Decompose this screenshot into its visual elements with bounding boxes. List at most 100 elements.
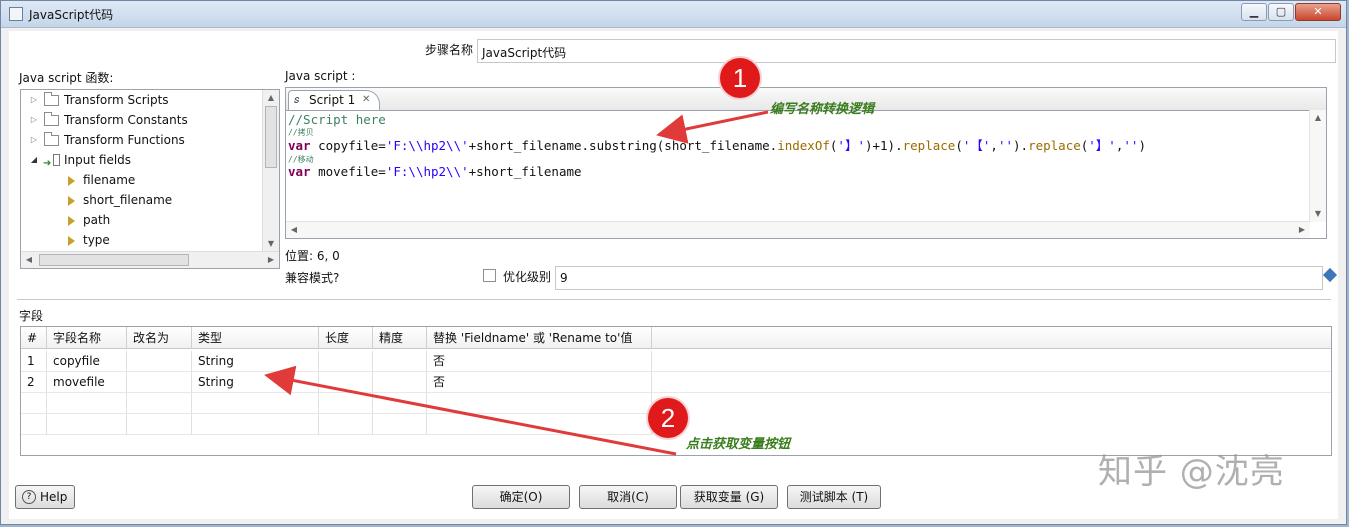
column-header-filler bbox=[652, 327, 1331, 349]
test-script-button[interactable]: 测试脚本 (T) bbox=[787, 485, 881, 509]
editor-horizontal-scrollbar[interactable]: ◀ ▶ bbox=[286, 221, 1310, 238]
annotation-text-2: 点击获取变量按钮 bbox=[686, 437, 791, 452]
tree-vertical-scrollbar[interactable]: ▲ ▼ bbox=[262, 90, 279, 252]
scroll-down-icon[interactable]: ▼ bbox=[264, 237, 278, 251]
scroll-right-icon[interactable]: ▶ bbox=[264, 253, 278, 267]
table-cell[interactable]: 否 bbox=[427, 372, 652, 393]
fields-table[interactable]: # 字段名称 改名为 类型 长度 精度 替换 'Fieldname' 或 'Re… bbox=[20, 326, 1332, 456]
field-icon bbox=[68, 196, 75, 206]
column-header-index[interactable]: # bbox=[21, 327, 47, 349]
empty-row-cell bbox=[127, 393, 192, 414]
expand-arrow-icon[interactable]: ▷ bbox=[29, 90, 39, 110]
empty-row-cell bbox=[427, 393, 652, 414]
scroll-left-icon[interactable]: ◀ bbox=[287, 223, 301, 237]
empty-row-cell bbox=[21, 393, 47, 414]
step-name-label: 步骤名称 bbox=[425, 43, 474, 57]
column-header-replace[interactable]: 替换 'Fieldname' 或 'Rename to'值 bbox=[427, 327, 652, 349]
empty-row-cell bbox=[373, 393, 427, 414]
input-fields-icon bbox=[53, 154, 60, 166]
folder-icon bbox=[44, 132, 59, 146]
tree-horizontal-scrollbar[interactable]: ◀ ▶ bbox=[21, 251, 279, 268]
cancel-button[interactable]: 取消(C) bbox=[579, 485, 677, 509]
close-button[interactable]: ✕ bbox=[1295, 3, 1341, 21]
code-line: var copyfile='F:\\hp2\\'+short_filename.… bbox=[288, 138, 1146, 153]
code-area[interactable]: //Script here //拷贝 var copyfile='F:\\hp2… bbox=[288, 113, 1308, 221]
ok-button[interactable]: 确定(O) bbox=[472, 485, 570, 509]
help-icon: ? bbox=[22, 490, 36, 504]
table-cell[interactable]: movefile bbox=[47, 372, 127, 393]
editor-vertical-scrollbar[interactable]: ▲ ▼ bbox=[1309, 110, 1326, 222]
empty-row-cell bbox=[21, 414, 47, 435]
table-cell[interactable] bbox=[127, 351, 192, 372]
tab-script-1[interactable]: 𝑠 Script 1 ✕ bbox=[288, 90, 380, 110]
code-line: var movefile='F:\\hp2\\'+short_filename bbox=[288, 164, 582, 179]
row-index[interactable]: 2 bbox=[21, 372, 47, 393]
expand-arrow-icon[interactable]: ▷ bbox=[29, 110, 39, 130]
column-header-length[interactable]: 长度 bbox=[319, 327, 373, 349]
table-cell[interactable] bbox=[319, 351, 373, 372]
scroll-thumb[interactable] bbox=[265, 106, 277, 168]
empty-row-cell bbox=[127, 414, 192, 435]
table-cell[interactable] bbox=[127, 372, 192, 393]
cursor-position: 位置: 6, 0 bbox=[285, 249, 340, 263]
get-variables-button[interactable]: 获取变量 (G) bbox=[680, 485, 778, 509]
app-icon bbox=[9, 7, 23, 21]
annotation-badge-1: 1 bbox=[720, 58, 760, 98]
functions-tree[interactable]: ▷ Transform Scripts ▷ Transform Constant… bbox=[20, 89, 280, 269]
empty-row-cell bbox=[47, 414, 127, 435]
optimization-label: 优化级别 bbox=[503, 270, 552, 284]
help-button[interactable]: ? Help bbox=[15, 485, 75, 509]
scroll-down-icon[interactable]: ▼ bbox=[1311, 207, 1325, 221]
table-cell[interactable] bbox=[373, 372, 427, 393]
window-title: JavaScript代码 bbox=[29, 8, 114, 22]
empty-row-cell bbox=[319, 393, 373, 414]
table-cell[interactable] bbox=[319, 372, 373, 393]
compat-mode-checkbox[interactable] bbox=[483, 269, 496, 282]
empty-row-cell bbox=[192, 393, 319, 414]
empty-row-cell bbox=[319, 414, 373, 435]
script-icon: 𝑠 bbox=[294, 93, 300, 106]
field-icon bbox=[68, 236, 75, 246]
script-label: Java script : bbox=[285, 69, 356, 83]
field-icon bbox=[68, 216, 75, 226]
empty-row-cell bbox=[427, 414, 652, 435]
table-cell[interactable] bbox=[373, 351, 427, 372]
empty-row-cell bbox=[47, 393, 127, 414]
table-cell[interactable]: 否 bbox=[427, 351, 652, 372]
code-line: //Script here bbox=[288, 112, 386, 127]
column-header-rename[interactable]: 改名为 bbox=[127, 327, 192, 349]
title-bar[interactable]: JavaScript代码 ▁ ▢ ✕ bbox=[1, 1, 1346, 28]
table-cell[interactable]: String bbox=[192, 351, 319, 372]
field-icon bbox=[68, 176, 75, 186]
compat-mode-label: 兼容模式? bbox=[285, 271, 340, 285]
column-header-field-name[interactable]: 字段名称 bbox=[47, 327, 127, 349]
collapse-arrow-icon[interactable]: ◢ bbox=[29, 150, 39, 170]
folder-icon bbox=[44, 92, 59, 106]
variable-icon[interactable] bbox=[1322, 267, 1338, 283]
column-header-precision[interactable]: 精度 bbox=[373, 327, 427, 349]
fields-label: 字段 bbox=[19, 309, 44, 323]
scroll-right-icon[interactable]: ▶ bbox=[1295, 223, 1309, 237]
table-cell-filler bbox=[652, 372, 1331, 393]
column-header-type[interactable]: 类型 bbox=[192, 327, 319, 349]
folder-icon bbox=[44, 112, 59, 126]
table-cell-filler bbox=[652, 351, 1331, 372]
watermark: 知乎 @沈亮 bbox=[1098, 452, 1285, 492]
minimize-button[interactable]: ▁ bbox=[1241, 3, 1267, 21]
scroll-left-icon[interactable]: ◀ bbox=[22, 253, 36, 267]
scroll-up-icon[interactable]: ▲ bbox=[264, 91, 278, 105]
close-tab-icon[interactable]: ✕ bbox=[362, 91, 370, 109]
scroll-up-icon[interactable]: ▲ bbox=[1311, 111, 1325, 125]
table-cell[interactable]: String bbox=[192, 372, 319, 393]
step-name-input[interactable]: JavaScript代码 bbox=[477, 39, 1336, 63]
input-arrow-icon: ➜ bbox=[43, 158, 52, 169]
annotation-text-1: 编写名称转换逻辑 bbox=[770, 102, 875, 117]
empty-row-cell bbox=[373, 414, 427, 435]
functions-label: Java script 函数: bbox=[19, 71, 114, 85]
row-index[interactable]: 1 bbox=[21, 351, 47, 372]
scroll-thumb[interactable] bbox=[39, 254, 189, 266]
optimization-input[interactable]: 9 bbox=[555, 266, 1323, 290]
maximize-button[interactable]: ▢ bbox=[1268, 3, 1294, 21]
expand-arrow-icon[interactable]: ▷ bbox=[29, 130, 39, 150]
table-cell[interactable]: copyfile bbox=[47, 351, 127, 372]
